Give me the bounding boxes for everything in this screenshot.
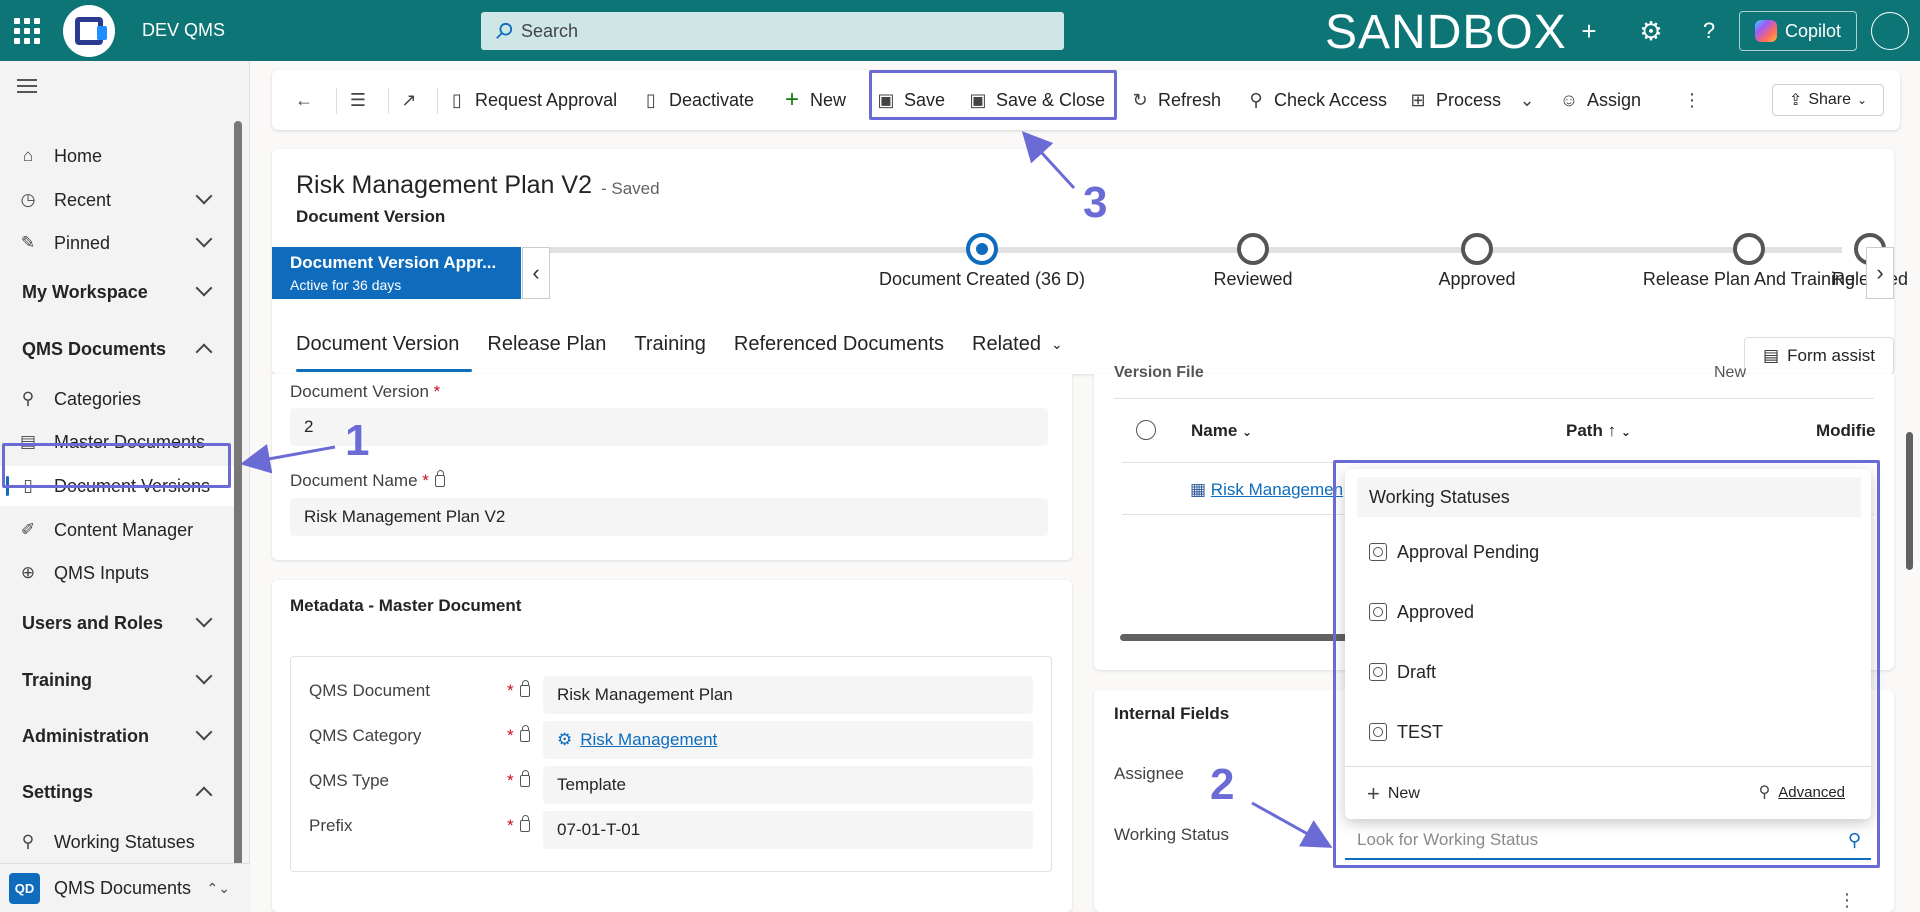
annotation-arrow-1 — [240, 444, 336, 474]
annotation-arrow-3 — [1021, 131, 1076, 190]
annotation-arrow-2 — [1251, 801, 1333, 848]
annotation-arrows — [240, 131, 1333, 848]
